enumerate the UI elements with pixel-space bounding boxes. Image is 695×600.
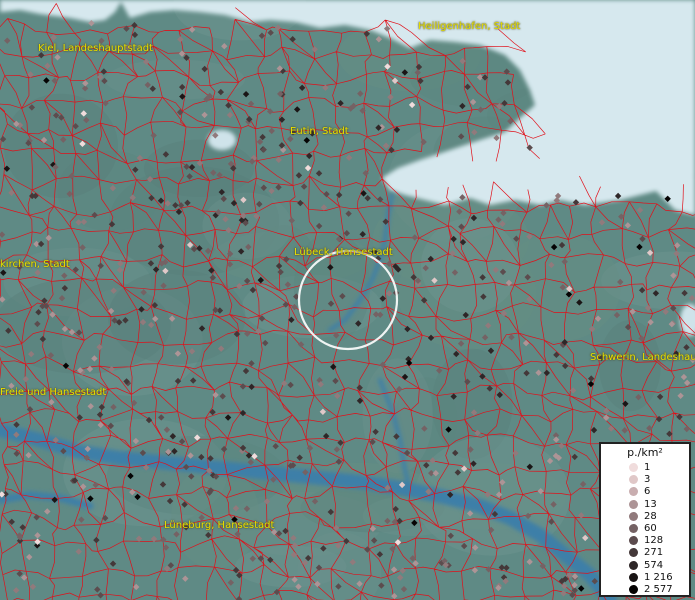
place-neumuenster[interactable]: kirchen, Stadt	[0, 259, 70, 271]
legend-swatch	[629, 585, 638, 594]
legend-label: 271	[644, 547, 664, 559]
legend-swatch	[629, 548, 638, 558]
legend-swatch	[629, 475, 638, 485]
legend-label: 1 216	[644, 571, 673, 583]
legend-label: 1	[644, 462, 651, 473]
legend-swatch	[629, 524, 638, 533]
lake-ploen	[208, 130, 236, 150]
place-kiel[interactable]: Kiel, Landeshauptstadt	[38, 43, 153, 55]
land-shade	[420, 218, 520, 313]
place-lueneburg[interactable]: Lüneburg, Hansestadt	[164, 520, 274, 532]
legend-swatch	[629, 511, 638, 521]
legend-title: p./km²	[627, 446, 663, 459]
land-shade	[143, 139, 255, 197]
place-luebeck[interactable]: Lübeck, Hansestadt	[294, 247, 393, 259]
legend-swatch	[629, 572, 638, 582]
map-canvas[interactable]	[0, 0, 695, 600]
place-eutin[interactable]: Eutin, Stadt	[290, 126, 349, 138]
legend-label: 2 577	[644, 584, 673, 595]
legend-label: 6	[644, 486, 651, 498]
legend-swatch	[629, 536, 638, 546]
legend-label: 28	[644, 510, 657, 522]
density-legend: p./km² 1 3 6 13 28 60 128 271 574 1 216 2 577	[599, 442, 691, 597]
land-shade	[3, 93, 118, 199]
legend-swatch	[629, 560, 638, 570]
land-shade	[105, 59, 245, 100]
place-schwerin[interactable]: Schwerin, Landeshau	[590, 352, 695, 364]
legend-label: 574	[644, 559, 664, 571]
legend-label: 3	[644, 474, 651, 486]
place-heiligenhafen[interactable]: Heiligenhafen, Stadt	[418, 21, 520, 33]
place-hamburg[interactable]: Freie und Hansestadt	[0, 387, 106, 399]
legend-label: 128	[644, 535, 664, 547]
legend-label: 60	[644, 523, 657, 534]
legend-swatch	[629, 463, 638, 472]
population-density-map[interactable]: Heiligenhafen, Stadt Kiel, Landeshauptst…	[0, 0, 695, 600]
legend-label: 13	[644, 498, 657, 510]
legend-swatch	[629, 487, 638, 497]
legend-swatch	[629, 499, 638, 509]
land-shade	[599, 320, 661, 412]
land-shade	[362, 358, 433, 474]
